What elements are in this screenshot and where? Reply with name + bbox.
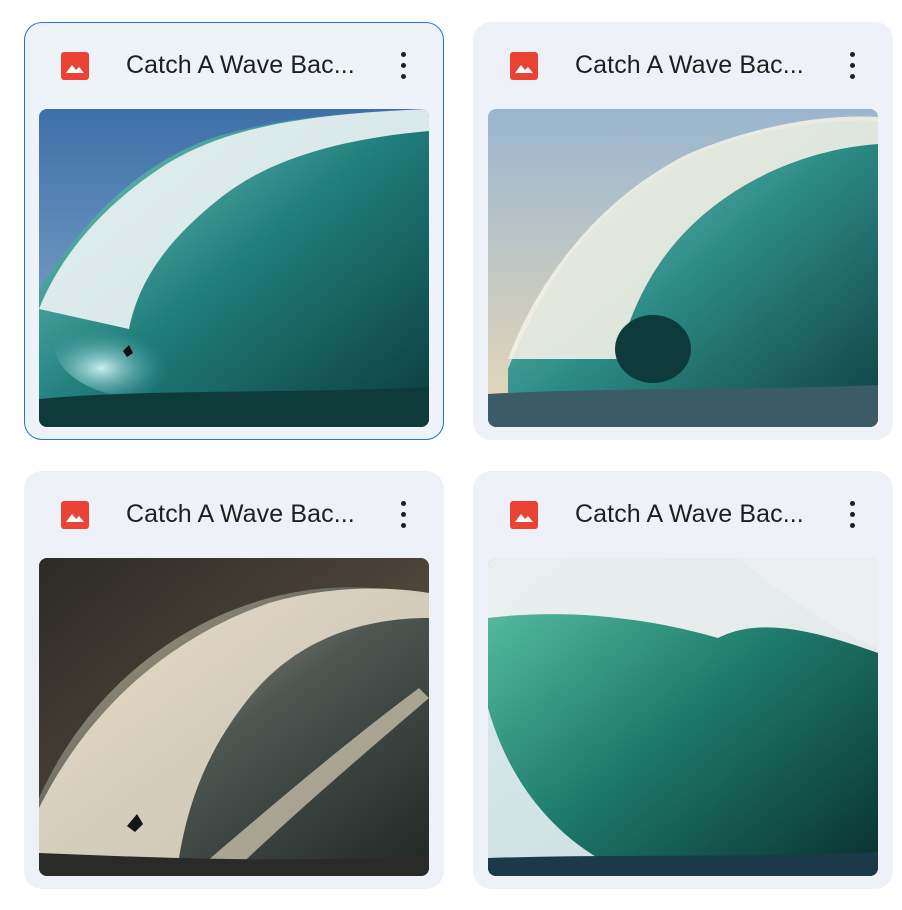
image-file-icon xyxy=(61,52,89,80)
more-options-button[interactable] xyxy=(385,496,423,534)
file-title: Catch A Wave Bac... xyxy=(126,51,355,79)
file-card[interactable]: Catch A Wave Bac... xyxy=(24,471,444,889)
more-vert-icon xyxy=(401,501,406,506)
file-title: Catch A Wave Bac... xyxy=(575,500,804,528)
more-vert-icon xyxy=(850,52,855,57)
file-card-header: Catch A Wave Bac... xyxy=(25,23,443,109)
more-options-button[interactable] xyxy=(834,47,872,85)
more-options-button[interactable] xyxy=(385,47,423,85)
file-card-header: Catch A Wave Bac... xyxy=(474,23,892,109)
more-vert-icon xyxy=(401,52,406,57)
image-file-icon xyxy=(510,501,538,529)
more-vert-icon xyxy=(850,501,855,506)
more-options-button[interactable] xyxy=(834,496,872,534)
file-card-header: Catch A Wave Bac... xyxy=(25,472,443,558)
image-file-icon xyxy=(61,501,89,529)
file-card[interactable]: Catch A Wave Bac... xyxy=(24,22,444,440)
file-card[interactable]: Catch A Wave Bac... xyxy=(473,22,893,440)
image-file-icon xyxy=(510,52,538,80)
image-thumbnail[interactable] xyxy=(39,109,429,427)
file-title: Catch A Wave Bac... xyxy=(575,51,804,79)
file-card[interactable]: Catch A Wave Bac... xyxy=(473,471,893,889)
image-thumbnail[interactable] xyxy=(39,558,429,876)
image-thumbnail[interactable] xyxy=(488,109,878,427)
image-thumbnail[interactable] xyxy=(488,558,878,876)
file-title: Catch A Wave Bac... xyxy=(126,500,355,528)
file-grid: Catch A Wave Bac... Catch A Wave Bac... … xyxy=(0,0,902,910)
file-card-header: Catch A Wave Bac... xyxy=(474,472,892,558)
